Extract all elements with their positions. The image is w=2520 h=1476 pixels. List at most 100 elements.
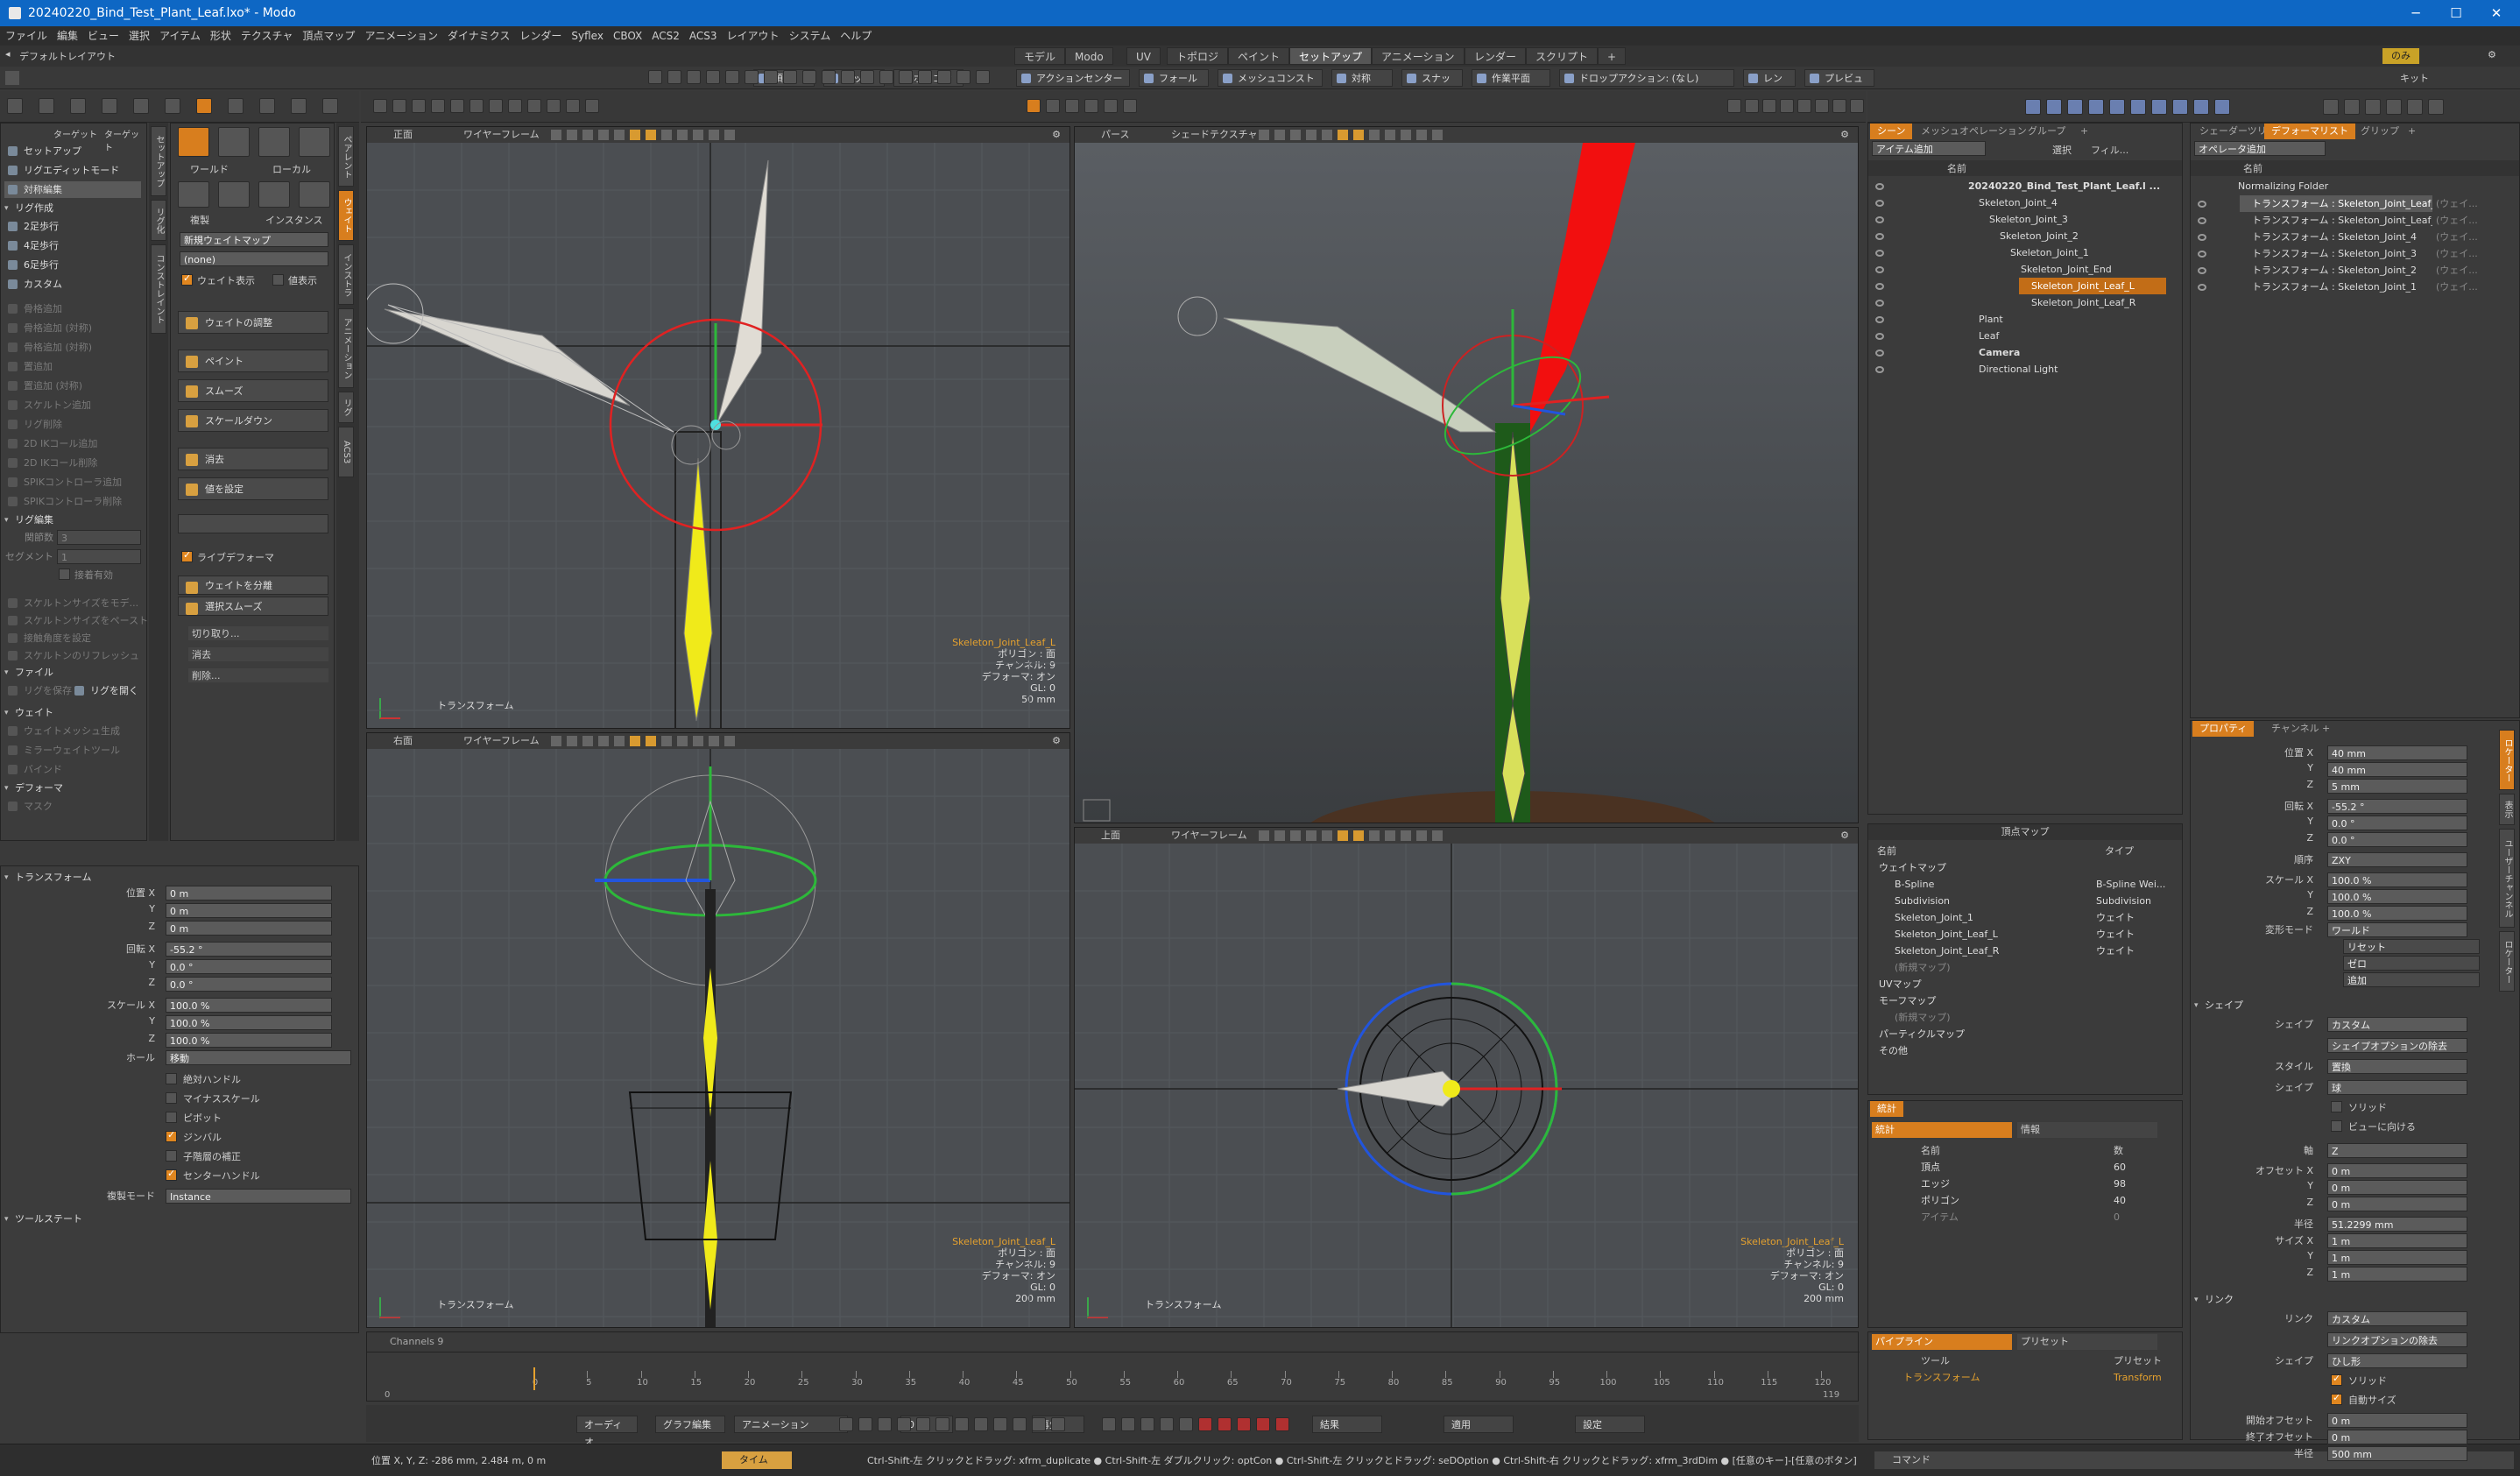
menu-item[interactable]: ビュー (88, 30, 119, 42)
section-weight[interactable]: ウェイト (3, 705, 53, 721)
scene-item[interactable]: Skeleton_Joint_Leaf_L (2019, 278, 2166, 294)
viewport-tool-icon[interactable] (527, 99, 541, 113)
viewport-shade-mode[interactable]: シェードテクスチャ (1171, 127, 1258, 143)
property-field[interactable]: 1 m (2327, 1250, 2467, 1265)
duplicate-button[interactable]: 複製 (190, 213, 209, 227)
property-field[interactable]: 0 m (2327, 1163, 2467, 1178)
toolbar-tool-icon[interactable] (745, 70, 759, 84)
viewport-option-icon[interactable] (677, 130, 688, 140)
viewport-option-icon[interactable] (646, 736, 656, 746)
scene-item[interactable]: Skeleton_Joint_1 (1998, 244, 2166, 261)
scene-filter-button[interactable]: フィル... (2091, 143, 2128, 157)
transform-field[interactable]: 0.0 ° (166, 959, 332, 974)
record-icon[interactable] (1237, 1417, 1251, 1431)
layout-tab[interactable]: UV (1126, 47, 1161, 65)
visibility-eye-icon[interactable] (2198, 267, 2206, 274)
mode-select[interactable]: Instance (166, 1189, 351, 1204)
add-item-select[interactable]: アイテム追加 (1872, 141, 1986, 156)
menu-item[interactable]: ダイナミクス (448, 30, 510, 42)
visibility-eye-icon[interactable] (1875, 266, 1884, 273)
transport-icon[interactable] (935, 1417, 949, 1431)
layout-tab[interactable]: モデル (1014, 47, 1066, 65)
section-shape[interactable]: シェイプ (2192, 998, 2243, 1013)
viewport-option-icon[interactable] (1401, 130, 1411, 140)
rig-edit-field[interactable]: 1 (57, 549, 141, 564)
vmap-name[interactable]: B-Spline (1895, 876, 1934, 893)
tool-vertical-tab[interactable]: セットアップ (151, 126, 166, 196)
scene-item[interactable]: Leaf (1966, 328, 2166, 344)
vmap-name[interactable]: Subdivision (1895, 893, 1950, 909)
deformer-item[interactable]: トランスフォーム : Skeleton_Joint_4 (2240, 229, 2432, 245)
transport-control[interactable]: グラフ編集 (655, 1416, 725, 1433)
render-icon[interactable] (2067, 99, 2083, 115)
show-value-checkbox[interactable] (272, 274, 284, 286)
property-field[interactable]: 球 (2327, 1080, 2467, 1095)
menu-item[interactable]: アニメーション (364, 30, 438, 42)
section-rig-edit[interactable]: リグ編集 (3, 512, 53, 528)
viewport-tool-icon[interactable] (392, 99, 406, 113)
vmap-name[interactable]: Skeleton_Joint_Leaf_R (1895, 943, 1999, 959)
transform-field[interactable]: 0 m (166, 886, 332, 900)
tool-vertical-tab[interactable]: ウェイト (338, 190, 354, 241)
property-field[interactable]: 置換 (2327, 1059, 2467, 1074)
vmap-name[interactable]: UVマップ (1879, 976, 1922, 992)
transport-icon[interactable] (839, 1417, 853, 1431)
layout-icon[interactable] (1832, 99, 1846, 113)
visibility-eye-icon[interactable] (1875, 183, 1884, 190)
property-field[interactable]: カスタム (2327, 1311, 2467, 1326)
record-icon[interactable] (1102, 1417, 1116, 1431)
property-field[interactable]: ワールド (2327, 922, 2467, 937)
transport-icon[interactable] (1051, 1417, 1065, 1431)
panel-icon[interactable] (2386, 99, 2402, 115)
rig-template-item[interactable]: カスタム (4, 276, 141, 293)
left-header-target1[interactable]: ターゲット (53, 127, 97, 140)
viewport-option-icon[interactable] (582, 130, 593, 140)
render-icon[interactable] (2025, 99, 2041, 115)
panel-icon[interactable] (2365, 99, 2381, 115)
tool-mode-icon[interactable] (102, 98, 117, 114)
timeline-playhead[interactable] (533, 1367, 535, 1390)
visibility-eye-icon[interactable] (1875, 316, 1884, 323)
property-field[interactable]: 0.0 ° (2327, 816, 2467, 830)
viewport-option-icon[interactable] (709, 130, 719, 140)
add-operator-select[interactable]: オペレータ追加 (2194, 141, 2326, 156)
menu-item[interactable]: レンダー (519, 30, 561, 42)
viewport-tool-icon[interactable] (450, 99, 464, 113)
layout-icon[interactable] (1815, 99, 1829, 113)
file-button[interactable]: リグを保存 (4, 682, 72, 699)
snap-icon[interactable] (1084, 99, 1098, 113)
tool-mode-icon[interactable] (133, 98, 149, 114)
toolbar-tool-icon[interactable] (822, 70, 836, 84)
layout-name[interactable]: デフォルトレイアウト (19, 49, 116, 63)
viewport-shade-mode[interactable]: ワイヤーフレーム (1171, 828, 1247, 844)
scene-tab[interactable]: グループ (2021, 124, 2072, 139)
snap-icon[interactable] (1065, 99, 1079, 113)
menu-item[interactable]: ファイル (5, 30, 47, 42)
scene-item[interactable]: 20240220_Bind_Test_Plant_Leaf.l ... (1956, 178, 2166, 194)
tool-mode-icon[interactable] (259, 98, 275, 114)
viewport-option-icon[interactable] (1385, 130, 1395, 140)
viewport-option-icon[interactable] (1401, 830, 1411, 841)
record-icon[interactable] (1275, 1417, 1289, 1431)
viewport-option-icon[interactable] (1416, 830, 1427, 841)
viewport-option-icon[interactable] (1290, 830, 1301, 841)
property-field[interactable]: 1 m (2327, 1233, 2467, 1248)
viewport-option-icon[interactable] (1385, 830, 1395, 841)
axis-tool-icon[interactable] (258, 127, 290, 157)
record-icon[interactable] (1160, 1417, 1174, 1431)
vmap-name[interactable]: Skeleton_Joint_1 (1895, 909, 1973, 926)
viewport-tool-icon[interactable] (566, 99, 580, 113)
transport-control[interactable]: アニメーション (734, 1416, 848, 1433)
property-field[interactable]: 5 mm (2327, 779, 2467, 794)
viewport-option-icon[interactable] (598, 130, 609, 140)
property-field[interactable]: ひし形 (2327, 1353, 2467, 1368)
toolbar-menu-icon[interactable] (5, 71, 19, 85)
viewport-option-icon[interactable] (724, 736, 735, 746)
axis-tool-icon[interactable] (299, 127, 330, 157)
transform-tool-icon[interactable] (299, 181, 330, 208)
viewport-option-icon[interactable] (1274, 830, 1285, 841)
viewport-option-icon[interactable] (1353, 830, 1364, 841)
toolbar-button[interactable]: スナップ (1401, 69, 1463, 87)
toolbar-tool-icon[interactable] (687, 70, 701, 84)
deformer-folder[interactable]: Normalizing Folder (2226, 178, 2328, 194)
